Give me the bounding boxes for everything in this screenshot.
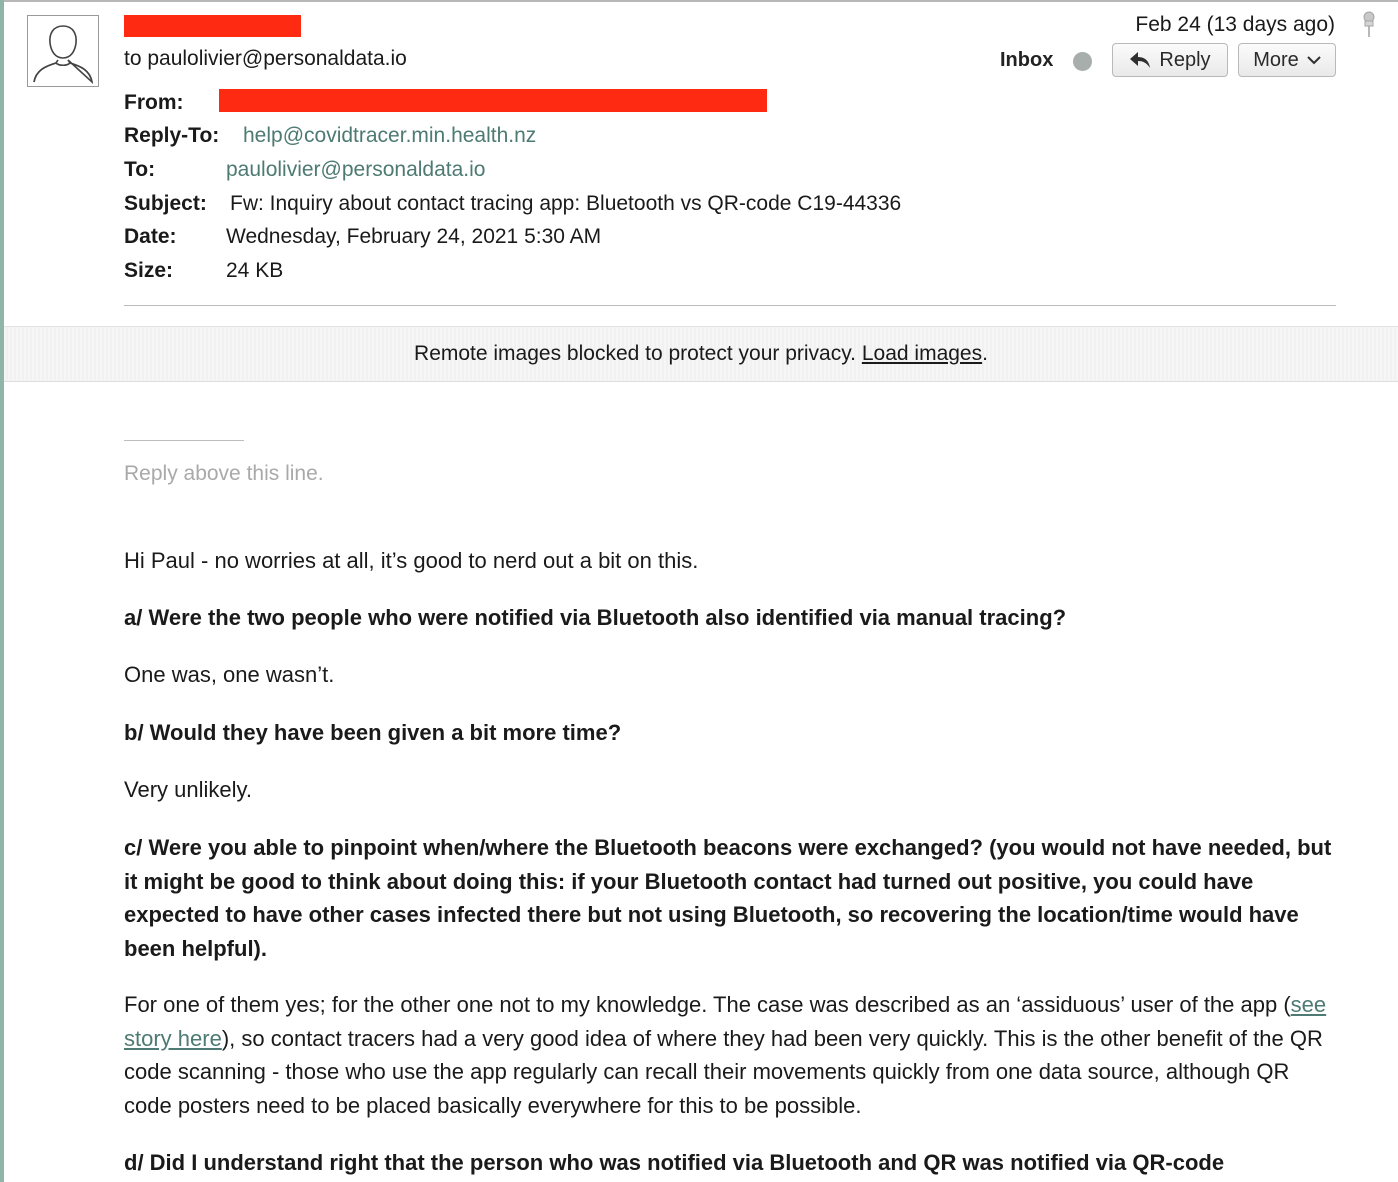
reply-to-address[interactable]: help@covidtracer.min.health.nz [243,124,536,148]
answer-c-part-1: For one of them yes; for the other one n… [124,992,1291,1017]
size-value: 24 KB [226,259,284,282]
reply-to-label: Reply-To: [124,124,220,147]
answer-c-part-2: ), so contact tracers had a very good id… [124,1025,1323,1118]
subject-label: Subject: [124,192,207,215]
top-border [0,0,1398,2]
reply-button-label: Reply [1159,48,1211,71]
greeting-paragraph: Hi Paul - no worries at all, it’s good t… [124,548,699,573]
question-c: c/ Were you able to pinpoint when/where … [124,835,1332,961]
reply-above-hint: Reply above this line. [124,462,324,485]
date-value: Wednesday, February 24, 2021 5:30 AM [226,225,602,248]
header-divider [124,305,1336,306]
redacted-sender-name [124,15,301,37]
size-label: Size: [124,259,174,282]
banner-period: . [982,342,988,365]
answer-a: One was, one wasn’t. [124,662,335,687]
remote-images-message: Remote images blocked to protect your pr… [414,342,857,365]
to-address[interactable]: paulolivier@personaldata.io [226,158,485,182]
redacted-from-address [219,89,767,112]
date-label: Date: [124,225,177,248]
answer-c: For one of them yes; for the other one n… [124,988,1339,1122]
mailbox-label[interactable]: Inbox [1000,49,1053,72]
person-silhouette-icon [33,25,94,85]
left-accent-border [0,0,4,1182]
question-b: b/ Would they have been given a bit more… [124,720,622,745]
recipient-summary: to paulolivier@personaldata.io [124,47,407,70]
answer-b: Very unlikely. [124,777,252,802]
more-button[interactable]: More [1238,43,1336,77]
subject-value: Fw: Inquiry about contact tracing app: B… [230,192,902,215]
reply-arrow-icon [1130,52,1151,68]
sender-avatar [27,15,99,87]
to-label: To: [124,158,156,181]
more-button-label: More [1253,48,1299,71]
reply-separator-line [124,440,244,441]
email-message-view: to paulolivier@personaldata.io Feb 24 (1… [0,0,1398,1182]
chevron-down-icon [1307,56,1321,65]
message-date-short: Feb 24 (13 days ago) [1135,13,1335,36]
question-d: d/ Did I understand right that the perso… [124,1150,1225,1175]
question-a: a/ Were the two people who were notified… [124,605,1067,630]
read-status-dot[interactable] [1073,52,1092,71]
pushpin-icon[interactable] [1359,10,1379,38]
load-images-link[interactable]: Load images [862,342,982,366]
reply-button[interactable]: Reply [1112,43,1228,77]
from-label: From: [124,91,184,114]
remote-images-banner: Remote images blocked to protect your pr… [4,326,1398,382]
